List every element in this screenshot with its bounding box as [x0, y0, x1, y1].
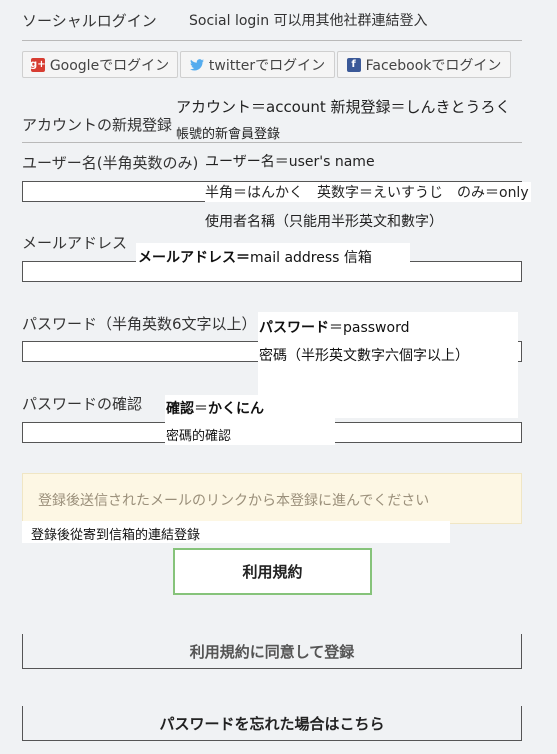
username-note-2: 半角＝はんかく 英数字＝えいすうじ のみ＝only: [205, 182, 531, 202]
password-label: パスワード（半角英数6文字以上）: [22, 315, 257, 333]
email-note-rest: mail address 信箱: [250, 250, 372, 266]
social-login-translation: Social login 可以用其他社群連結登入: [189, 13, 428, 29]
facebook-icon: f: [346, 57, 361, 72]
confirm-note-box: 確認＝かくにん 密碼的確認: [165, 395, 335, 445]
social-login-title: ソーシャルログイン: [22, 12, 157, 30]
forgot-password-link[interactable]: パスワードを忘れた場合はこちら: [22, 706, 522, 741]
confirm-note-bold-2: かくにん: [208, 401, 264, 417]
facebook-login-button[interactable]: f Facebookでログイン: [337, 51, 511, 78]
google-login-button[interactable]: g+ Googleでログイン: [22, 51, 178, 78]
email-note-box: メールアドレス＝mail address 信箱: [136, 243, 410, 269]
register-note-2: 帳號的新會員登錄: [176, 127, 281, 142]
twitter-login-button[interactable]: twitterでログイン: [180, 51, 335, 78]
username-note-3: 使用者名稱（只能用半形英文和數字）: [205, 214, 443, 230]
email-link-notice: 登録後送信されたメールのリンクから本登録に進んでください: [22, 473, 522, 524]
divider: [22, 142, 522, 143]
password-note-2: 密碼（半形英文數字六個字以上）: [259, 348, 469, 364]
google-plus-icon: g+: [30, 57, 46, 72]
twitter-login-label: twitterでログイン: [208, 57, 326, 74]
google-login-label: Googleでログイン: [49, 57, 170, 74]
notice-translation: 登錄後從寄到信箱的連結登錄: [31, 528, 201, 543]
agree-and-register-button[interactable]: 利用規約に同意して登録: [22, 634, 522, 669]
confirm-note-mid: ＝: [194, 401, 208, 417]
facebook-login-label: Facebookでログイン: [365, 57, 502, 74]
confirm-note-bold: 確認: [166, 401, 194, 417]
twitter-bird-icon: [189, 58, 204, 72]
password-note-bold: パスワード: [259, 320, 329, 336]
confirm-note-2: 密碼的確認: [166, 429, 232, 444]
terms-of-use-button[interactable]: 利用規約: [173, 548, 372, 595]
divider: [22, 40, 522, 41]
register-title: アカウントの新規登録: [22, 116, 173, 134]
email-note-bold: メールアドレス＝: [138, 250, 250, 266]
password-note-rest: ＝password: [329, 320, 410, 336]
username-note-1: ユーザー名＝user's name: [205, 154, 375, 170]
register-note-1: アカウント＝account 新規登録＝しんきとうろく: [176, 98, 511, 116]
notice-translation-box: 登錄後從寄到信箱的連結登錄: [22, 521, 450, 543]
username-label: ユーザー名(半角英数のみ): [22, 154, 199, 172]
email-label: メールアドレス: [22, 234, 128, 252]
confirm-password-label: パスワードの確認: [22, 395, 143, 413]
